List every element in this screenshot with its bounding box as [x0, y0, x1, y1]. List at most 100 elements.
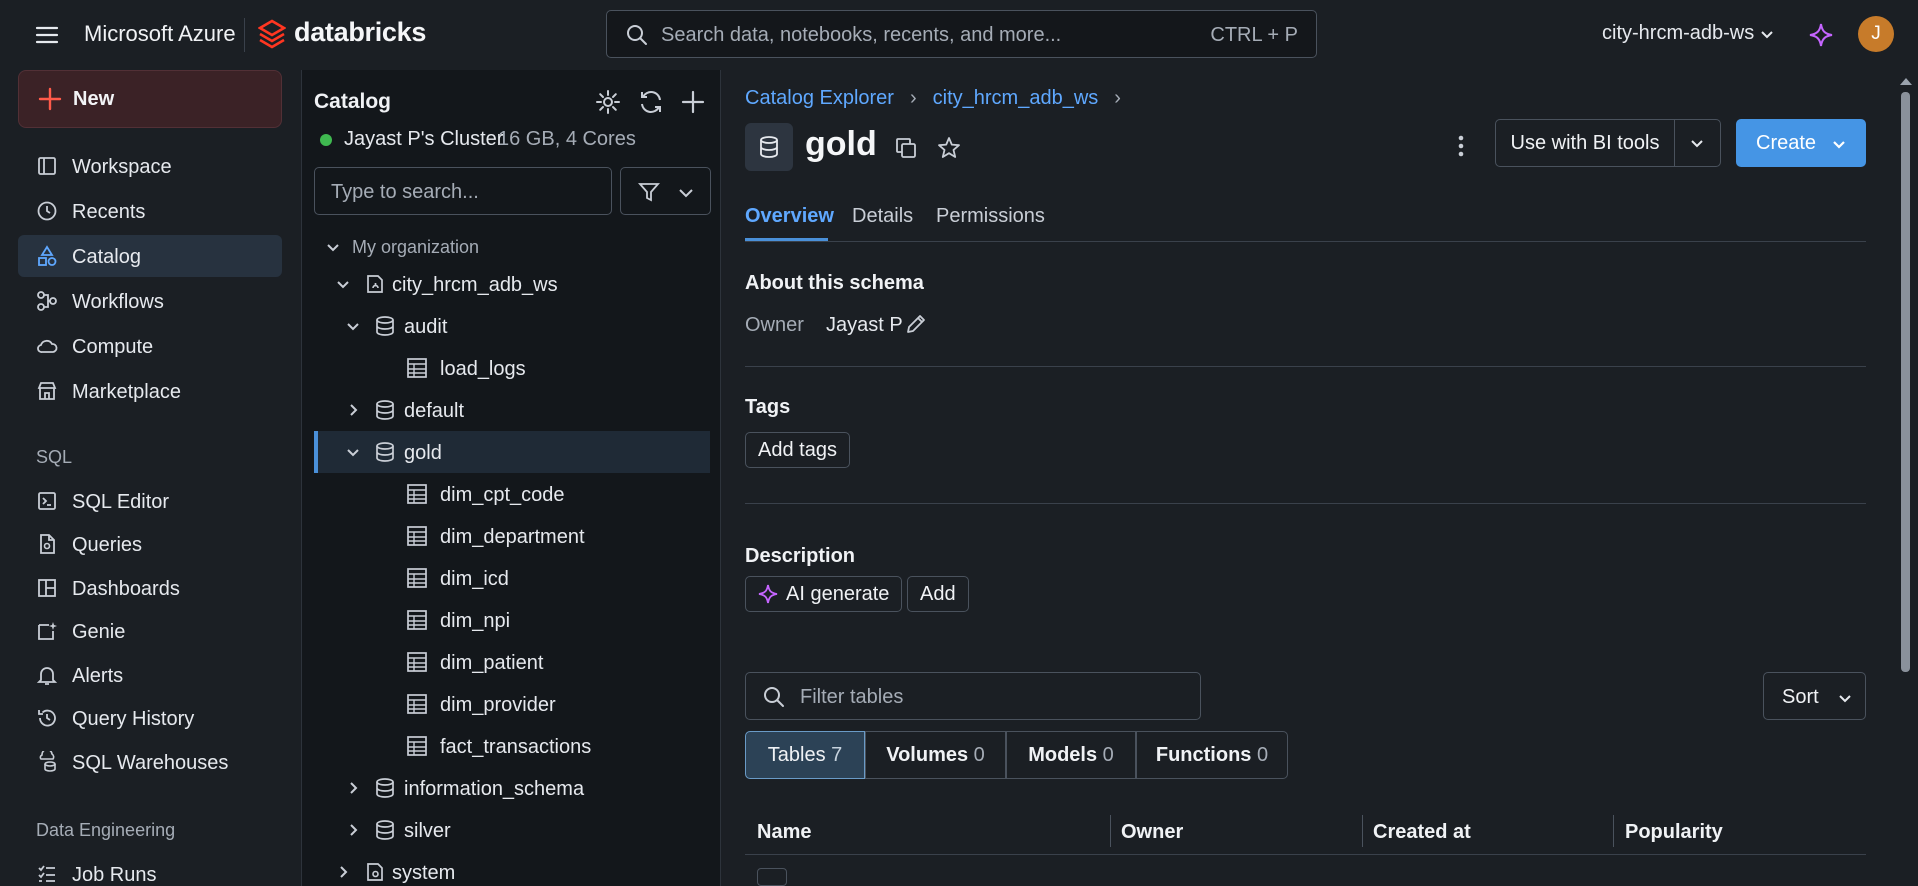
main-scrollbar[interactable] [1892, 70, 1918, 886]
segment-tables[interactable]: Tables 7 [745, 731, 865, 779]
bi-tools-dropdown-button[interactable] [1674, 119, 1721, 167]
sidebar-item-dashboards[interactable]: Dashboards [18, 567, 282, 609]
pencil-icon[interactable] [904, 312, 928, 336]
workflows-icon [36, 290, 58, 312]
tree-item-dim-patient[interactable]: dim_patient [314, 641, 710, 683]
sidebar-item-marketplace[interactable]: Marketplace [18, 370, 282, 412]
breadcrumb-catalog[interactable]: city_hrcm_adb_ws [933, 87, 1099, 110]
more-options-icon[interactable] [1447, 132, 1475, 160]
tree-item-system[interactable]: system [314, 851, 710, 886]
section-divider [745, 366, 1866, 367]
sidebar-item-workflows[interactable]: Workflows [18, 280, 282, 322]
avatar[interactable]: J [1858, 16, 1894, 52]
sidebar-item-workspace[interactable]: Workspace [18, 145, 282, 187]
catalog-search-input[interactable]: Type to search... [314, 167, 612, 215]
sidebar-item-query-history[interactable]: Query History [18, 697, 282, 739]
tree-item-dim-npi[interactable]: dim_npi [314, 599, 710, 641]
tree-item-label: fact_transactions [440, 736, 592, 758]
sidebar-item-sql-editor[interactable]: SQL Editor [18, 480, 282, 522]
database-icon [374, 315, 396, 337]
tree-item-gold[interactable]: gold [314, 431, 710, 473]
sidebar-item-queries[interactable]: Queries [18, 523, 282, 565]
cluster-spec: 16 GB, 4 Cores [498, 128, 636, 150]
tree-item-dim-provider[interactable]: dim_provider [314, 683, 710, 725]
new-button[interactable]: New [18, 70, 282, 128]
sidebar-item-sql-warehouses[interactable]: SQL Warehouses [18, 741, 282, 783]
tab-overview[interactable]: Overview [745, 205, 834, 228]
chevron-down-icon[interactable] [324, 238, 342, 256]
filter-tables-input[interactable]: Filter tables [745, 672, 1201, 720]
tree-item-my-organization[interactable]: My organization [314, 226, 710, 268]
global-search-input[interactable]: Search data, notebooks, recents, and mor… [606, 10, 1317, 58]
tree-item-label: dim_npi [440, 610, 511, 632]
tree-item-default[interactable]: default [314, 389, 710, 431]
workspace-switcher[interactable]: city-hrcm-adb-ws [1602, 22, 1774, 45]
workspace-name: city-hrcm-adb-ws [1602, 22, 1755, 44]
chevron-right-icon[interactable] [334, 863, 352, 881]
job-runs-icon [36, 863, 58, 885]
tree-item-dim-cpt-code[interactable]: dim_cpt_code [314, 473, 710, 515]
sidebar-item-recents[interactable]: Recents [18, 190, 282, 232]
scroll-thumb[interactable] [1901, 92, 1910, 672]
chevron-down-icon[interactable] [334, 275, 352, 293]
ai-generate-button[interactable]: AI generate [745, 576, 903, 612]
column-header-owner[interactable]: Owner [1121, 821, 1183, 844]
tree-item-audit[interactable]: audit [314, 305, 710, 347]
tab-details[interactable]: Details [852, 205, 913, 228]
column-divider[interactable] [1110, 815, 1111, 847]
tree-item-information-schema[interactable]: information_schema [314, 767, 710, 809]
sidebar-item-catalog[interactable]: Catalog [18, 235, 282, 277]
add-icon[interactable] [679, 88, 707, 116]
chevron-right-icon[interactable] [344, 821, 362, 839]
breadcrumb-catalog-explorer[interactable]: Catalog Explorer [745, 87, 894, 110]
sidebar-item-alerts[interactable]: Alerts [18, 654, 282, 696]
gear-icon[interactable] [594, 88, 622, 116]
assistant-sparkle-icon[interactable] [1808, 22, 1834, 48]
segment-functions[interactable]: Functions 0 [1136, 731, 1288, 779]
databricks-wordmark[interactable]: databricks [294, 17, 426, 48]
menu-icon[interactable] [34, 22, 60, 48]
tree-item-fact-transactions[interactable]: fact_transactions [314, 725, 710, 767]
clock-icon [36, 200, 58, 222]
column-header-name[interactable]: Name [757, 821, 811, 844]
star-icon[interactable] [936, 135, 962, 161]
tree-item-dim-department[interactable]: dim_department [314, 515, 710, 557]
chevron-right-icon[interactable] [344, 401, 362, 419]
tree-item-city-hrcm-adb-ws[interactable]: city_hrcm_adb_ws [314, 263, 710, 305]
tree-item-dim-icd[interactable]: dim_icd [314, 557, 710, 599]
sidebar-item-label: Recents [72, 201, 146, 223]
segment-models[interactable]: Models 0 [1006, 731, 1136, 779]
copy-icon[interactable] [894, 136, 918, 160]
chevron-down-icon[interactable] [344, 317, 362, 335]
azure-brand[interactable]: Microsoft Azure [84, 21, 236, 47]
sort-button[interactable]: Sort [1763, 672, 1866, 720]
add-description-button[interactable]: Add [907, 576, 969, 612]
scroll-up-arrow-icon[interactable] [1900, 78, 1912, 85]
create-button[interactable]: Create [1736, 119, 1866, 167]
add-tags-button[interactable]: Add tags [745, 432, 850, 468]
tree-item-silver[interactable]: silver [314, 809, 710, 851]
tree-item-load-logs[interactable]: load_logs [314, 347, 710, 389]
tree-item-label: dim_patient [440, 652, 544, 674]
column-divider[interactable] [1362, 815, 1363, 847]
catalog-icon [364, 273, 386, 295]
use-with-bi-tools-button[interactable]: Use with BI tools [1495, 119, 1675, 167]
search-placeholder: Search data, notebooks, recents, and mor… [661, 24, 1062, 46]
column-divider[interactable] [1613, 815, 1614, 847]
column-header-created-at[interactable]: Created at [1373, 821, 1471, 844]
owner-value: Jayast P [826, 314, 903, 336]
refresh-icon[interactable] [637, 88, 665, 116]
chevron-down-icon[interactable] [344, 443, 362, 461]
segment-volumes[interactable]: Volumes 0 [865, 731, 1006, 779]
sidebar-item-genie[interactable]: Genie [18, 610, 282, 652]
tab-permissions[interactable]: Permissions [936, 205, 1045, 228]
sidebar-item-job-runs[interactable]: Job Runs [18, 853, 282, 886]
chevron-right-icon[interactable] [344, 779, 362, 797]
table-icon [406, 693, 428, 715]
table-row[interactable] [757, 868, 787, 886]
catalog-filter-button[interactable] [620, 167, 711, 215]
cluster-name[interactable]: Jayast P's Cluster [344, 128, 503, 151]
column-header-popularity[interactable]: Popularity [1625, 821, 1723, 844]
catalog-panel-title: Catalog [314, 90, 392, 113]
sidebar-item-compute[interactable]: Compute [18, 325, 282, 367]
